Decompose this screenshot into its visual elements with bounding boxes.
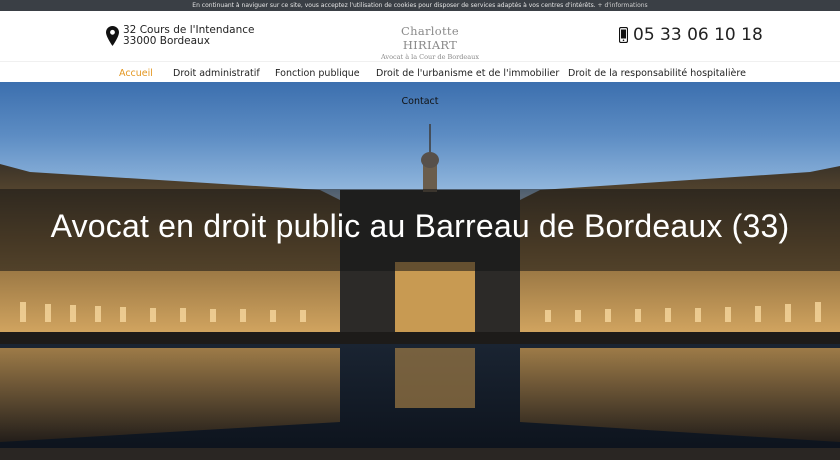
phone-number-link[interactable]: 05 33 06 10 18 (619, 25, 763, 45)
cookie-notice-text: En continuant à naviguer sur ce site, vo… (192, 2, 596, 9)
nav-item-accueil[interactable]: Accueil (119, 68, 153, 84)
mobile-phone-icon (619, 27, 628, 43)
main-navigation: Accueil Droit administratif Fonction pub… (0, 61, 840, 84)
site-header: 32 Cours de l'Intendance 33000 Bordeaux … (0, 11, 840, 61)
nav-item-responsabilite-hospitaliere[interactable]: Droit de la responsabilité hospitalière (568, 68, 746, 79)
logo-name: Charlotte HIRIART (401, 24, 459, 52)
address-block: 32 Cours de l'Intendance 33000 Bordeaux (106, 25, 254, 47)
nav-item-contact[interactable]: Contact (0, 96, 840, 107)
cookie-more-info-link[interactable]: + d'informations (598, 2, 648, 9)
map-pin-icon (106, 26, 119, 46)
logo-tagline: Avocat à la Cour de Bordeaux (380, 53, 480, 61)
cookie-notice-bar: En continuant à naviguer sur ce site, vo… (0, 0, 840, 11)
hero-background-image (0, 124, 840, 460)
phone-number: 05 33 06 10 18 (633, 25, 763, 45)
nav-item-droit-administratif[interactable]: Droit administratif (173, 68, 260, 79)
hero-title: Avocat en droit public au Barreau de Bor… (50, 208, 790, 244)
hero-banner: Contact Avocat en droit public au Barrea… (0, 82, 840, 460)
address-city: 33000 Bordeaux (123, 35, 210, 47)
nav-item-urbanisme-immobilier[interactable]: Droit de l'urbanisme et de l'immobilier (376, 68, 559, 79)
site-logo[interactable]: Charlotte HIRIART Avocat à la Cour de Bo… (375, 24, 485, 61)
nav-item-fonction-publique[interactable]: Fonction publique (275, 68, 360, 79)
